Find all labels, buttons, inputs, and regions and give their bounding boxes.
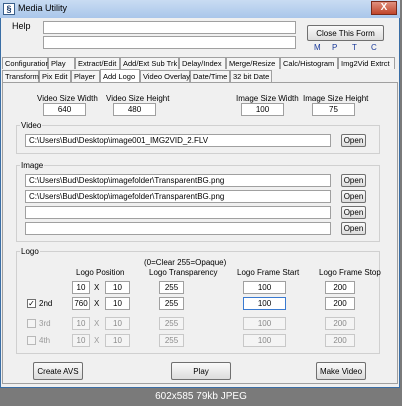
image-open-button-4[interactable]: Open	[341, 222, 366, 235]
logo1-y-input[interactable]: 10	[105, 281, 130, 294]
tab-add-ext-sub-trk[interactable]: Add/Ext Sub Trk	[120, 57, 179, 69]
transparency-hint: (0=Clear 255=Opaque)	[144, 258, 227, 267]
logo4-start-input[interactable]: 100	[243, 334, 286, 347]
logo-frame-start-header: Logo Frame Start	[237, 268, 300, 277]
close-form-button[interactable]: Close This Form	[307, 25, 384, 41]
tab-32-bit-date[interactable]: 32 bit Date	[230, 70, 272, 82]
logo2-x-sep: X	[94, 299, 100, 308]
logo2-start-input[interactable]: 100	[243, 297, 286, 310]
logo4-x-sep: X	[94, 336, 100, 345]
tab-date-time[interactable]: Date/Time	[190, 70, 230, 82]
video-width-input[interactable]: 640	[43, 103, 86, 116]
logo4-stop-input[interactable]: 200	[325, 334, 355, 347]
top-input-1[interactable]	[43, 21, 296, 34]
image-width-input[interactable]: 100	[241, 103, 284, 116]
video-group-title: Video	[20, 121, 43, 130]
video-open-button[interactable]: Open	[341, 134, 366, 147]
video-width-label: Video Size Width	[37, 94, 98, 103]
logo1-start-input[interactable]: 100	[243, 281, 286, 294]
video-height-label: Video Size Height	[106, 94, 170, 103]
video-path-input[interactable]: C:\Users\Bud\Desktop\image001_IMG2VID_2.…	[25, 134, 331, 147]
logo3-checkbox[interactable]	[27, 319, 36, 328]
menu-help[interactable]: Help	[12, 21, 31, 31]
logo4-checkbox[interactable]	[27, 336, 36, 345]
tab-row-2: Transform Pix Edit Player Add Logo Video…	[2, 69, 272, 82]
image-path-input-2[interactable]: C:\Users\Bud\Desktop\imagefolder\Transpa…	[25, 190, 331, 203]
image-path-input-1[interactable]: C:\Users\Bud\Desktop\imagefolder\Transpa…	[25, 174, 331, 187]
tab-configuration[interactable]: Configuration	[2, 57, 50, 69]
logo-position-header: Logo Position	[76, 268, 125, 277]
image-info-bar: 602x585 79kb JPEG	[0, 388, 402, 406]
flag-c[interactable]: C	[371, 43, 377, 52]
tab-transform[interactable]: Transform	[2, 70, 39, 82]
logo2-stop-input[interactable]: 200	[325, 297, 355, 310]
tab-row-1: Configuration Play Extract/Edit Add/Ext …	[2, 57, 395, 69]
tab-img2vid-extrct[interactable]: Img2Vid Extrct	[338, 57, 395, 69]
image-height-input[interactable]: 75	[312, 103, 355, 116]
logo2-label: 2nd	[39, 299, 53, 308]
flag-p[interactable]: P	[332, 43, 337, 52]
tab-extract-edit[interactable]: Extract/Edit	[75, 57, 120, 69]
image-path-input-3[interactable]	[25, 206, 331, 219]
image-height-label: Image Size Height	[303, 94, 369, 103]
video-height-input[interactable]: 480	[113, 103, 156, 116]
logo3-x-input[interactable]: 10	[72, 317, 90, 330]
image-open-button-3[interactable]: Open	[341, 206, 366, 219]
logo4-transparency-input[interactable]: 255	[159, 334, 184, 347]
app-icon: §	[3, 3, 15, 15]
logo2-transparency-input[interactable]: 255	[159, 297, 184, 310]
create-avs-button[interactable]: Create AVS	[33, 362, 83, 380]
tab-merge-resize[interactable]: Merge/Resize	[226, 57, 280, 69]
tab-calc-histogram[interactable]: Calc/Histogram	[280, 57, 338, 69]
make-video-button[interactable]: Make Video	[316, 362, 366, 380]
flag-t[interactable]: T	[352, 43, 357, 52]
play-button[interactable]: Play	[171, 362, 231, 380]
logo2-checkbox[interactable]: ✓	[27, 299, 36, 308]
logo4-x-input[interactable]: 10	[72, 334, 90, 347]
tab-add-logo[interactable]: Add Logo	[100, 69, 140, 82]
tab-pix-edit[interactable]: Pix Edit	[39, 70, 71, 82]
tab-delay-index[interactable]: Delay/Index	[179, 57, 226, 69]
logo-frame-stop-header: Logo Frame Stop	[319, 268, 381, 277]
image-path-input-4[interactable]	[25, 222, 331, 235]
image-open-button-2[interactable]: Open	[341, 190, 366, 203]
tab-video-overlay[interactable]: Video Overlay	[140, 70, 190, 82]
logo1-stop-input[interactable]: 200	[325, 281, 355, 294]
image-width-label: Image Size Width	[236, 94, 299, 103]
tab-play[interactable]: Play	[48, 57, 75, 69]
logo3-label: 3rd	[39, 319, 51, 328]
logo3-x-sep: X	[94, 319, 100, 328]
logo-transparency-header: Logo Transparency	[149, 268, 218, 277]
logo3-start-input[interactable]: 100	[243, 317, 286, 330]
tab-player[interactable]: Player	[71, 70, 100, 82]
logo2-y-input[interactable]: 10	[105, 297, 130, 310]
logo4-label: 4th	[39, 336, 51, 345]
flag-m[interactable]: M	[314, 43, 321, 52]
logo1-x-sep: X	[94, 283, 100, 292]
logo4-y-input[interactable]: 10	[105, 334, 130, 347]
logo-group-title: Logo	[20, 247, 40, 256]
image-group-title: Image	[20, 161, 45, 170]
logo2-x-input[interactable]: 760	[72, 297, 90, 310]
logo3-y-input[interactable]: 10	[105, 317, 130, 330]
logo1-transparency-input[interactable]: 255	[159, 281, 184, 294]
window-title: Media Utility	[18, 3, 68, 13]
window-close-button[interactable]: X	[371, 1, 397, 15]
image-open-button-1[interactable]: Open	[341, 174, 366, 187]
logo1-x-input[interactable]: 10	[72, 281, 90, 294]
logo3-transparency-input[interactable]: 255	[159, 317, 184, 330]
top-input-2[interactable]	[43, 36, 296, 49]
logo3-stop-input[interactable]: 200	[325, 317, 355, 330]
